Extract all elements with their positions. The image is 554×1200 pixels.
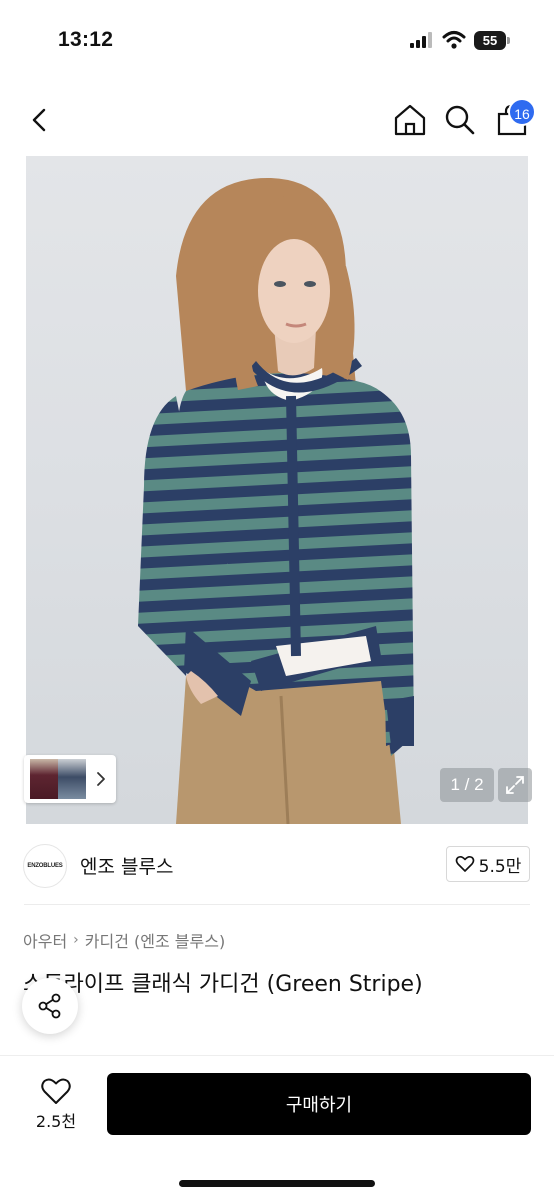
chevron-right-icon: › bbox=[73, 932, 79, 948]
chevron-left-icon bbox=[32, 108, 46, 132]
status-time: 13:12 bbox=[58, 28, 114, 51]
expand-image-button[interactable] bbox=[498, 768, 532, 802]
wifi-icon bbox=[442, 31, 466, 49]
section-divider bbox=[24, 904, 530, 905]
chevron-right-icon bbox=[97, 772, 105, 786]
brand-like-button[interactable]: 5.5만 bbox=[446, 846, 530, 882]
thumbnail-burgundy[interactable] bbox=[30, 759, 58, 799]
cellular-signal-icon bbox=[410, 32, 432, 48]
thumbnail-navy[interactable] bbox=[58, 759, 86, 799]
buy-button[interactable]: 구매하기 bbox=[107, 1073, 531, 1135]
heart-icon bbox=[455, 856, 474, 872]
bottom-bar-divider bbox=[0, 1055, 554, 1056]
battery-tip bbox=[507, 37, 510, 44]
search-icon bbox=[445, 105, 475, 135]
product-image[interactable] bbox=[26, 156, 528, 824]
top-nav-bar bbox=[0, 88, 554, 152]
brand-like-count: 5.5만 bbox=[478, 856, 522, 877]
share-icon bbox=[38, 993, 61, 1019]
battery-indicator: 55 bbox=[474, 31, 510, 50]
expand-icon bbox=[506, 776, 524, 794]
wishlist-button[interactable]: 2.5천 bbox=[24, 1072, 88, 1136]
model-photo bbox=[138, 177, 414, 824]
home-indicator bbox=[179, 1180, 375, 1187]
brand-row[interactable]: ENZOBLUES 엔조 블루스 5.5만 bbox=[0, 824, 554, 906]
battery-level: 55 bbox=[474, 31, 506, 50]
share-button[interactable] bbox=[22, 978, 78, 1034]
search-button[interactable] bbox=[440, 100, 480, 140]
brand-logo[interactable]: ENZOBLUES bbox=[23, 844, 67, 888]
status-bar: 13:12 55 bbox=[0, 0, 554, 80]
brand-name[interactable]: 엔조 블루스 bbox=[80, 852, 173, 879]
heart-icon bbox=[41, 1078, 71, 1104]
image-page-counter: 1 / 2 bbox=[440, 768, 494, 802]
home-button[interactable] bbox=[390, 100, 430, 140]
cart-count-badge: 16 bbox=[508, 98, 536, 126]
back-button[interactable] bbox=[22, 102, 58, 138]
wishlist-count: 2.5천 bbox=[35, 1112, 77, 1131]
breadcrumb-category[interactable]: 아우터 bbox=[23, 928, 67, 952]
breadcrumb-subcategory[interactable]: 카디건 (엔조 블루스) bbox=[85, 928, 225, 952]
thumbnail-strip[interactable] bbox=[24, 755, 116, 803]
breadcrumb: 아우터 › 카디건 (엔조 블루스) bbox=[23, 928, 225, 952]
home-icon bbox=[394, 104, 426, 136]
product-title: 스트라이프 클래식 가디건 (Green Stripe) bbox=[23, 972, 423, 997]
